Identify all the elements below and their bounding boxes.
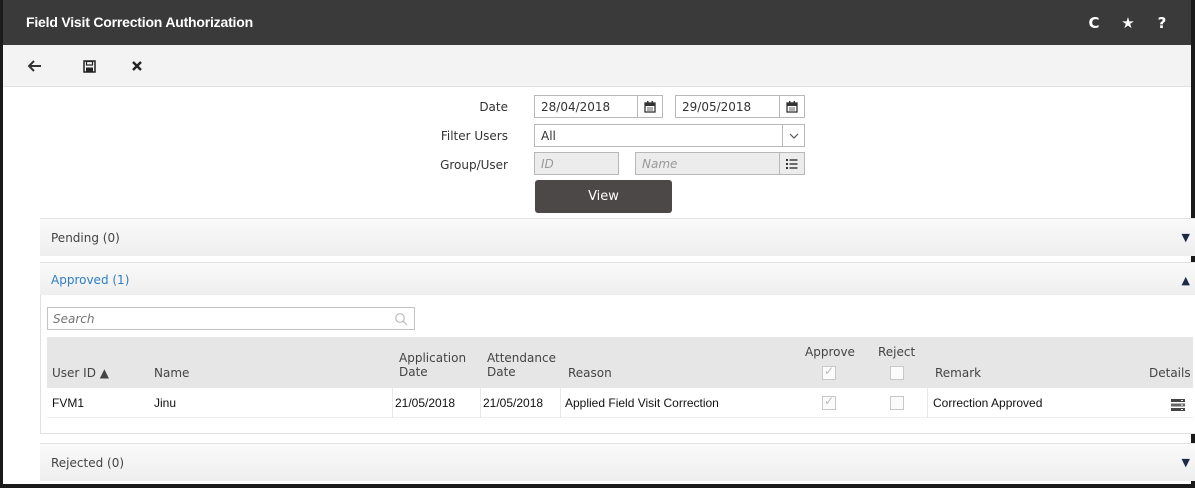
cell-name: Jinu [154,396,177,410]
back-arrow-icon[interactable] [23,55,47,77]
approved-section-title: Approved (1) [51,273,130,287]
app-window: Field Visit Correction Authorization C ★… [0,0,1195,488]
calendar-icon [786,100,798,113]
column-divider [560,388,561,418]
help-icon[interactable]: ? [1145,12,1179,34]
group-user-label: Group/User [440,158,508,172]
approved-panel: User ID ▲ Name Application Date Attendan… [40,295,1195,434]
filter-users-label: Filter Users [440,129,508,143]
pending-section-header[interactable]: Pending (0) ▼ [40,218,1195,256]
details-icon[interactable] [1171,396,1185,415]
reject-checkbox[interactable] [890,396,904,410]
column-attendance-date-line2[interactable]: Date [487,365,516,379]
approve-checkbox[interactable] [822,394,836,410]
floppy-disk-icon [82,59,96,73]
title-bar-actions: C ★ ? [1077,12,1179,34]
window-title: Field Visit Correction Authorization [26,14,253,30]
date-from-input[interactable]: 28/04/2018 [534,95,638,118]
refresh-icon[interactable]: C [1077,12,1111,34]
column-user-id[interactable]: User ID ▲ [52,366,109,380]
table-header: User ID ▲ Name Application Date Attendan… [47,337,1193,388]
column-reject[interactable]: Reject [878,345,915,359]
cell-remark: Correction Approved [933,396,1043,410]
caret-up-icon[interactable]: ▲ [1182,274,1190,287]
approved-search-box[interactable] [47,307,415,330]
column-reason[interactable]: Reason [568,366,612,380]
x-icon [132,61,142,71]
list-picker-icon[interactable] [779,152,805,175]
chevron-down-icon[interactable] [782,124,804,147]
rejected-section-title: Rejected (0) [51,456,125,470]
star-icon[interactable]: ★ [1111,12,1145,34]
approved-section-header[interactable]: Approved (1) ▲ [40,262,1195,295]
group-user-id-input[interactable]: ID [534,152,619,175]
view-button[interactable]: View [535,180,672,213]
caret-down-icon[interactable]: ▼ [1182,231,1190,244]
calendar-icon[interactable] [779,95,805,118]
date-label: Date [479,100,508,114]
group-user-name-input[interactable]: Name [635,152,780,175]
pending-section-title: Pending (0) [51,231,120,245]
cell-user-id: FVM1 [52,396,85,410]
column-application-date-line2[interactable]: Date [399,365,428,379]
title-bar: Field Visit Correction Authorization C ★… [3,0,1191,45]
calendar-icon [644,100,656,113]
column-remark[interactable]: Remark [935,366,981,380]
table-row[interactable]: FVM1 Jinu 21/05/2018 21/05/2018 Applied … [47,388,1193,418]
search-icon[interactable] [394,311,408,330]
cell-application-date: 21/05/2018 [395,396,456,410]
column-divider [392,388,393,418]
back-arrow-icon [28,60,41,72]
column-name[interactable]: Name [154,366,189,380]
column-divider [927,388,928,418]
filter-users-value: All [541,129,556,143]
close-icon[interactable] [125,55,149,77]
filter-form: Date 28/04/2018 29/05/2018 Filter Users … [3,88,1191,213]
save-icon[interactable] [77,55,101,77]
cell-attendance-date: 21/05/2018 [483,396,544,410]
list-icon [786,158,798,169]
caret-down-icon[interactable]: ▼ [1182,456,1190,469]
approve-all-checkbox[interactable] [822,364,836,380]
cell-reason: Applied Field Visit Correction [565,396,719,410]
search-input[interactable] [53,309,383,329]
rejected-section-header[interactable]: Rejected (0) ▼ [40,443,1195,481]
column-details[interactable]: Details [1149,366,1191,380]
calendar-icon[interactable] [637,95,663,118]
filter-users-select[interactable]: All [534,124,805,147]
column-attendance-date-line1[interactable]: Attendance [487,351,556,365]
reject-all-checkbox[interactable] [890,366,904,380]
date-to-input[interactable]: 29/05/2018 [675,95,780,118]
toolbar [3,45,1191,87]
column-application-date-line1[interactable]: Application [399,351,466,365]
column-approve[interactable]: Approve [805,345,855,359]
column-divider [480,388,481,418]
